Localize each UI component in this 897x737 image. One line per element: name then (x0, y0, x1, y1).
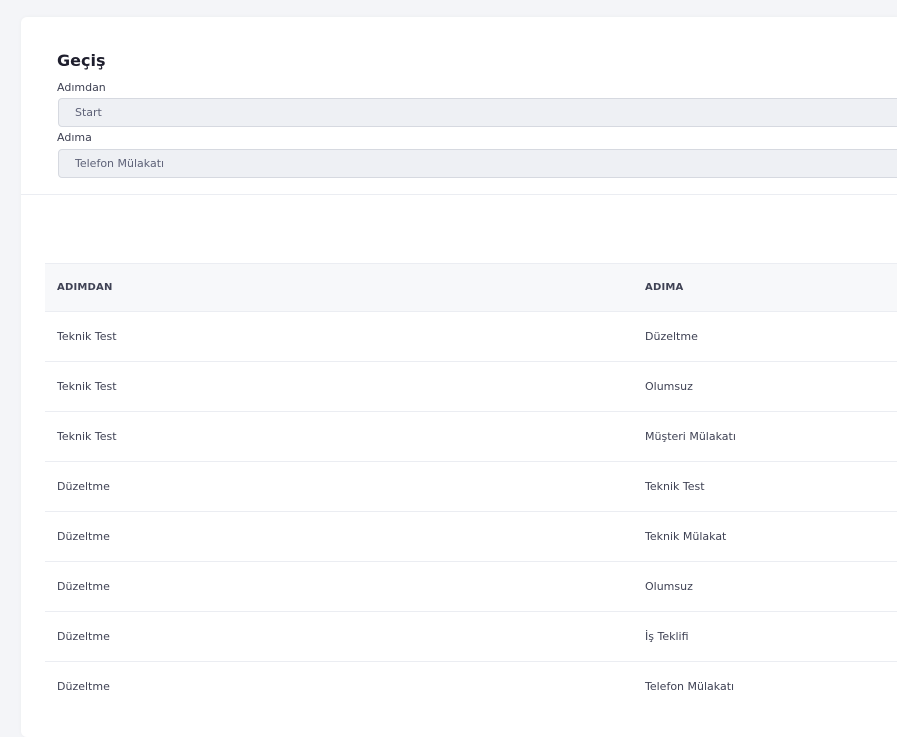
transition-form: Geçiş Adımdan Adıma (21, 17, 897, 195)
from-step-input[interactable] (58, 98, 897, 127)
table-row[interactable]: Düzeltme İş Teklifi (45, 611, 897, 662)
column-header-to[interactable]: ADIMA (633, 264, 897, 312)
cell-from: Düzeltme (45, 511, 633, 562)
table-header-row: ADIMDAN ADIMA (45, 263, 897, 312)
cell-to: Müşteri Mülakatı (633, 411, 897, 462)
to-step-label: Adıma (57, 131, 92, 144)
table-row[interactable]: Düzeltme Teknik Test (45, 461, 897, 512)
cell-to: Teknik Test (633, 461, 897, 512)
table-row[interactable]: Düzeltme Olumsuz (45, 561, 897, 612)
cell-from: Düzeltme (45, 561, 633, 612)
table-row[interactable]: Düzeltme Telefon Mülakatı (45, 661, 897, 712)
cell-to: Teknik Mülakat (633, 511, 897, 562)
cell-to: Olumsuz (633, 361, 897, 412)
transitions-table-wrapper: ADIMDAN ADIMA Teknik Test Düzeltme Tekni… (45, 263, 897, 712)
table-row[interactable]: Teknik Test Olumsuz (45, 361, 897, 412)
cell-from: Teknik Test (45, 411, 633, 462)
cell-to: Telefon Mülakatı (633, 661, 897, 712)
cell-to: İş Teklifi (633, 611, 897, 662)
from-step-label: Adımdan (57, 81, 106, 94)
cell-from: Düzeltme (45, 461, 633, 512)
column-header-from[interactable]: ADIMDAN (45, 264, 633, 312)
cell-to: Düzeltme (633, 311, 897, 362)
cell-from: Düzeltme (45, 661, 633, 712)
table-row[interactable]: Teknik Test Düzeltme (45, 311, 897, 362)
cell-from: Düzeltme (45, 611, 633, 662)
cell-to: Olumsuz (633, 561, 897, 612)
form-title: Geçiş (57, 51, 106, 70)
table-row[interactable]: Teknik Test Müşteri Mülakatı (45, 411, 897, 462)
cell-from: Teknik Test (45, 311, 633, 362)
transitions-table: ADIMDAN ADIMA Teknik Test Düzeltme Tekni… (45, 263, 897, 712)
cell-from: Teknik Test (45, 361, 633, 412)
to-step-input[interactable] (58, 149, 897, 178)
table-row[interactable]: Düzeltme Teknik Mülakat (45, 511, 897, 562)
